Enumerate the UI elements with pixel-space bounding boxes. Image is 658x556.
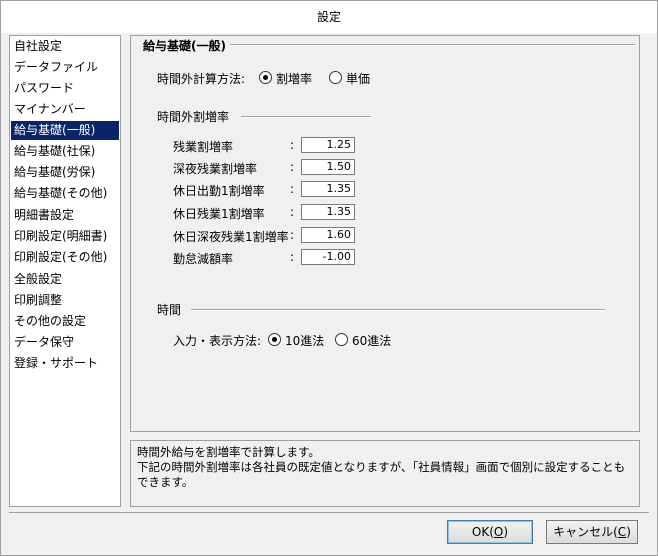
late-night-overtime-rate-input[interactable]: 1.50: [301, 159, 355, 175]
sidebar-item-password[interactable]: パスワード: [11, 79, 119, 98]
cancel-button-label: キャンセル(: [553, 525, 618, 539]
radio-premium-rate[interactable]: [259, 71, 272, 84]
ok-button-label: OK(: [471, 525, 494, 539]
radio-decimal[interactable]: [268, 333, 281, 346]
sidebar-item-salary-general[interactable]: 給与基礎(一般): [11, 121, 119, 140]
radio-premium-rate-label[interactable]: 割増率: [276, 70, 312, 87]
time-group-divider: [191, 309, 605, 311]
colon: :: [290, 138, 295, 152]
overtime-group-title: 時間外割増率: [157, 110, 230, 124]
colon: :: [290, 182, 295, 196]
sidebar-item-salary-social-insurance[interactable]: 給与基礎(社保): [11, 142, 119, 161]
holiday-work-rate-input[interactable]: 1.35: [301, 181, 355, 197]
sidebar-item-salary-other[interactable]: 給与基礎(その他): [11, 184, 119, 203]
holiday-overtime-rate-input[interactable]: 1.35: [301, 204, 355, 220]
cancel-accelerator-key: C: [617, 525, 627, 539]
holiday-late-night-overtime-rate-input[interactable]: 1.60: [301, 227, 355, 243]
colon: :: [290, 205, 295, 219]
window-title: 設定: [1, 1, 657, 33]
sidebar-item-print-other[interactable]: 印刷設定(その他): [11, 248, 119, 267]
description-text: 時間外給与を割増率で計算します。 下記の時間外割増率は各社員の既定値となりますが…: [137, 445, 635, 490]
colon: :: [290, 160, 295, 174]
holiday-overtime-rate-label: 休日残業1割増率: [173, 207, 265, 221]
sidebar-item-data-file[interactable]: データファイル: [11, 58, 119, 77]
colon: :: [290, 228, 295, 242]
attendance-deduction-rate-input[interactable]: -1.00: [301, 249, 355, 265]
overtime-rate-label: 残業割増率: [173, 140, 234, 154]
sidebar-item-print-adjust[interactable]: 印刷調整: [11, 291, 119, 310]
radio-sexagesimal[interactable]: [335, 333, 348, 346]
overtime-group-divider: [241, 116, 371, 118]
settings-main-panel: 給与基礎(一般) 時間外計算方法: 割増率 単価 時間外割増率 残業割増率 : …: [130, 35, 640, 432]
sidebar-item-data-maintenance[interactable]: データ保守: [11, 333, 119, 352]
ok-button[interactable]: OK(O): [447, 520, 533, 544]
sidebar-item-print-statement[interactable]: 印刷設定(明細書): [11, 227, 119, 246]
footer-divider: [9, 512, 649, 513]
ok-close-paren: ): [503, 525, 509, 539]
sidebar-item-other-settings[interactable]: その他の設定: [11, 312, 119, 331]
sidebar-item-company[interactable]: 自社設定: [11, 37, 119, 56]
overtime-rate-input[interactable]: 1.25: [301, 137, 355, 153]
settings-category-list[interactable]: 自社設定 データファイル パスワード マイナンバー 給与基礎(一般) 給与基礎(…: [9, 35, 121, 507]
description-line-1: 時間外給与を割増率で計算します。: [137, 445, 320, 459]
cancel-button[interactable]: キャンセル(C): [546, 520, 638, 544]
time-input-method-label: 入力・表示方法:: [173, 334, 262, 348]
colon: :: [290, 250, 295, 264]
holiday-work-rate-label: 休日出勤1割増率: [173, 184, 265, 198]
sidebar-item-statement-settings[interactable]: 明細書設定: [11, 206, 119, 225]
time-group-title: 時間: [157, 303, 182, 317]
sidebar-item-general[interactable]: 全般設定: [11, 270, 119, 289]
ok-accelerator-key: O: [493, 525, 504, 539]
holiday-late-night-overtime-rate-label: 休日深夜残業1割増率: [173, 230, 289, 244]
cancel-close-paren: ): [626, 525, 631, 539]
attendance-deduction-rate-label: 勤怠減額率: [173, 252, 234, 266]
radio-decimal-label[interactable]: 10進法: [285, 332, 324, 349]
sidebar-item-salary-labor-insurance[interactable]: 給与基礎(労保): [11, 163, 119, 182]
description-line-2: 下記の時間外割増率は各社員の既定値となりますが、「社員情報」画面で個別に設定する…: [137, 460, 626, 489]
section-title: 給与基礎(一般): [139, 37, 230, 54]
radio-unit-price[interactable]: [329, 71, 342, 84]
description-panel: 時間外給与を割増率で計算します。 下記の時間外割増率は各社員の既定値となりますが…: [130, 440, 640, 507]
radio-unit-price-label[interactable]: 単価: [346, 70, 370, 87]
sidebar-item-registration-support[interactable]: 登録・サポート: [11, 354, 119, 373]
calc-method-label: 時間外計算方法:: [157, 72, 246, 86]
settings-dialog: 設定 自社設定 データファイル パスワード マイナンバー 給与基礎(一般) 給与…: [0, 0, 658, 556]
late-night-overtime-rate-label: 深夜残業割増率: [173, 162, 258, 176]
sidebar-item-my-number[interactable]: マイナンバー: [11, 100, 119, 119]
radio-sexagesimal-label[interactable]: 60進法: [352, 332, 391, 349]
